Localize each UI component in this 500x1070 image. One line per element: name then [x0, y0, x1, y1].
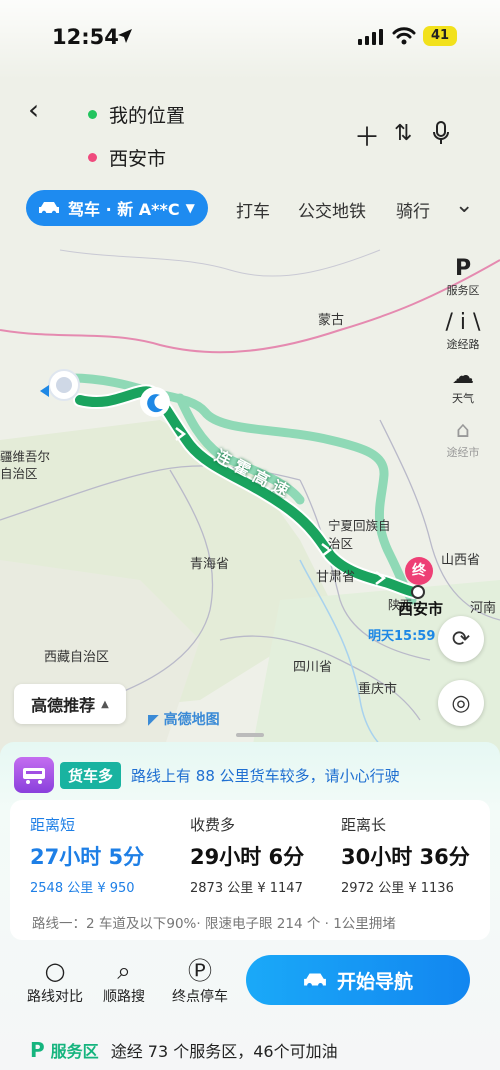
route-option-meta: 2548 公里 ¥ 950 [30, 881, 135, 896]
road-icon: / i \ [445, 310, 481, 335]
tool-label: 途经路 [446, 338, 480, 351]
microphone-icon[interactable] [432, 121, 450, 147]
drive-mode-label: 驾车 · 新 A**C [68, 200, 180, 219]
location-arrow-icon [118, 29, 132, 43]
tab-bike[interactable]: 骑行 [396, 197, 430, 222]
start-navigation-button[interactable]: 开始导航 [246, 955, 470, 1005]
recommend-selector[interactable]: 高德推荐 ▲ [14, 684, 126, 724]
route-start[interactable]: 我的位置 [88, 101, 185, 128]
destination-parking-button[interactable]: Ⓟ 终点停车 [165, 956, 235, 1006]
tool-label: 服务区 [446, 284, 480, 297]
route-end-label: 西安市 [109, 148, 167, 170]
route-option-meta: 2873 公里 ¥ 1147 [190, 881, 303, 896]
cloud-icon: ☁ [452, 364, 474, 389]
service-area-summary[interactable]: P 服务区 途经 73 个服务区，46个可加油 [30, 1038, 338, 1062]
caret-down-icon: ▼ [185, 201, 195, 215]
locate-me-icon[interactable]: ◎ [438, 680, 484, 726]
car-icon [304, 973, 326, 988]
map-tools: P 服务区 / i \ 途经路 ☁ 天气 ⌂ 途经市 [440, 256, 486, 472]
truck-icon [14, 757, 54, 793]
route-start-label: 我的位置 [109, 105, 186, 127]
clock: 12:54 [52, 25, 119, 49]
map-brand-text: 高德地图 [163, 712, 220, 728]
eta-label: 明天15:59 [368, 629, 436, 644]
along-route-search-label: 顺路搜 [103, 989, 145, 1005]
car-icon [39, 202, 59, 216]
map-label-sichuan: 四川省 [293, 660, 333, 675]
map-label-gansu: 甘肃省 [316, 570, 356, 585]
route-option-3[interactable]: 距离长 30小时 36分 2972 公里 ¥ 1136 [341, 814, 470, 896]
route-option-duration: 30小时 36分 [341, 845, 470, 869]
route-option-duration: 27小时 5分 [30, 845, 145, 869]
recommend-label: 高德推荐 [31, 696, 96, 715]
tool-road[interactable]: / i \ 途经路 [440, 310, 486, 352]
tab-taxi[interactable]: 打车 [236, 197, 270, 222]
end-dot-icon [88, 153, 97, 162]
map-label-qinghai: 青海省 [190, 557, 230, 572]
destination-city-label: 西安市 [398, 600, 444, 618]
tool-weather[interactable]: ☁ 天气 [440, 364, 486, 406]
tool-city[interactable]: ⌂ 途经市 [440, 418, 486, 460]
status-bar: 12:54 41 [0, 0, 500, 72]
tool-service-area[interactable]: P 服务区 [440, 256, 486, 298]
map-label-ningxia: 宁夏回族自 治区 [328, 518, 391, 551]
back-icon[interactable]: ‹ [28, 93, 39, 126]
truck-warning[interactable]: 货车多 路线上有 88 公里货车较多，请小心行驶 [14, 757, 400, 793]
wifi-icon [392, 27, 416, 45]
map-label-inner-mongolia: 蒙古 [318, 313, 345, 328]
service-area-label: 服务区 [50, 1042, 99, 1061]
map-label-chongqing: 重庆市 [358, 682, 398, 697]
map-label-tibet: 西藏自治区 [44, 650, 110, 665]
compare-routes-label: 路线对比 [27, 989, 83, 1005]
route-option-duration: 29小时 6分 [190, 845, 305, 869]
start-navigation-label: 开始导航 [336, 970, 413, 993]
truck-tag: 货车多 [60, 761, 122, 789]
signal-icon [358, 29, 383, 45]
add-waypoint-icon[interactable]: ＋ [354, 117, 380, 154]
route-description: 路线一：2 车道及以下90%· 限速电子眼 214 个 · 1公里拥堵 [32, 916, 396, 932]
service-area-icon: P [30, 1038, 45, 1062]
tab-transit[interactable]: 公交地铁 [298, 197, 366, 222]
map-label-xinjiang: 疆维吾尔 自治区 [0, 449, 51, 481]
service-area-text: 途经 73 个服务区，46个可加油 [110, 1042, 338, 1061]
circle-icon: ○ [44, 957, 66, 985]
map-label-henan: 河南 [470, 601, 497, 616]
tool-label: 途经市 [446, 446, 480, 459]
route-option-meta: 2972 公里 ¥ 1136 [341, 881, 454, 896]
destination-marker[interactable]: 终 [405, 557, 433, 585]
route-map[interactable]: 蒙古 疆维吾尔 自治区 青海省 宁夏回族自 治区 甘肃省 山西省 陕西 河南 西… [0, 0, 500, 760]
route-end[interactable]: 西安市 [88, 144, 166, 171]
tool-label: 天气 [452, 392, 474, 405]
route-option-tag: 收费多 [190, 816, 236, 834]
search-icon: ⌕ [117, 957, 131, 985]
compare-routes-button[interactable]: ○ 路线对比 [20, 956, 90, 1006]
sheet-handle[interactable] [236, 733, 264, 737]
along-route-search-button[interactable]: ⌕ 顺路搜 [89, 956, 159, 1006]
route-option-tag: 距离短 [30, 816, 76, 834]
route-option-2[interactable]: 收费多 29小时 6分 2873 公里 ¥ 1147 [190, 814, 304, 896]
refresh-route-icon[interactable]: ⟳ [438, 616, 484, 662]
parking-icon: P [454, 256, 472, 281]
battery-indicator: 41 [423, 26, 457, 46]
map-brand-logo: ◤ 高德地图 [148, 712, 220, 728]
caret-up-icon: ▲ [101, 698, 109, 710]
map-label-shanxi: 山西省 [441, 553, 481, 568]
route-option-1[interactable]: 距离短 27小时 5分 2548 公里 ¥ 950 [30, 814, 144, 896]
parking-pin-icon: Ⓟ [188, 957, 212, 985]
truck-warning-text: 路线上有 88 公里货车较多，请小心行驶 [131, 766, 400, 785]
swap-icon[interactable]: ⇅ [394, 121, 412, 146]
city-icon: ⌂ [456, 418, 470, 443]
drive-mode-selector[interactable]: 驾车 · 新 A**C ▼ [26, 190, 208, 226]
destination-parking-label: 终点停车 [172, 989, 228, 1005]
chevron-down-icon[interactable]: ⌄ [455, 193, 473, 218]
travel-mode-row: 驾车 · 新 A**C ▼ 打车 公交地铁 骑行 ⌄ [0, 190, 500, 226]
start-dot-icon [88, 110, 97, 119]
route-option-tag: 距离长 [341, 816, 387, 834]
